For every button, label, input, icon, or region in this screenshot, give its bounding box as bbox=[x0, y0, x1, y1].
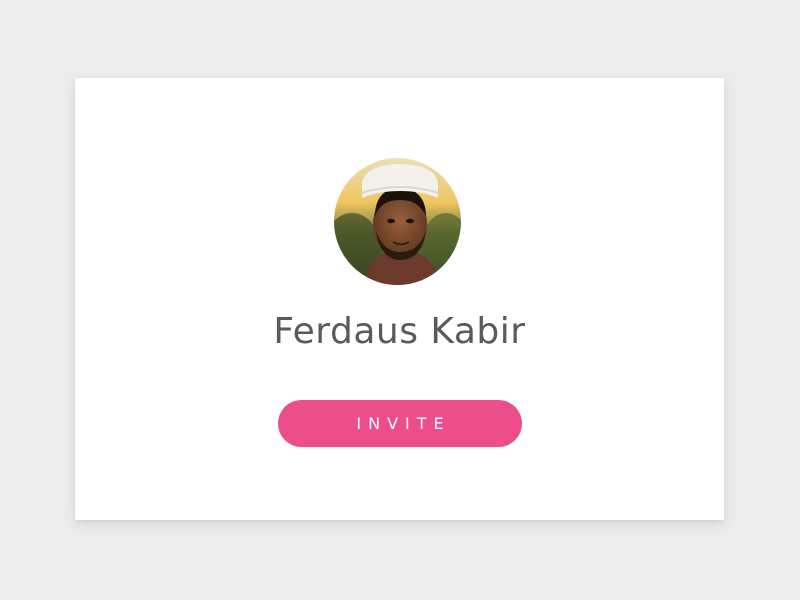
avatar bbox=[334, 158, 461, 285]
invite-button[interactable]: INVITE bbox=[278, 400, 522, 447]
profile-name: Ferdaus Kabir bbox=[273, 311, 526, 352]
user-photo-icon bbox=[334, 158, 461, 285]
profile-card: Ferdaus Kabir INVITE bbox=[75, 78, 724, 520]
